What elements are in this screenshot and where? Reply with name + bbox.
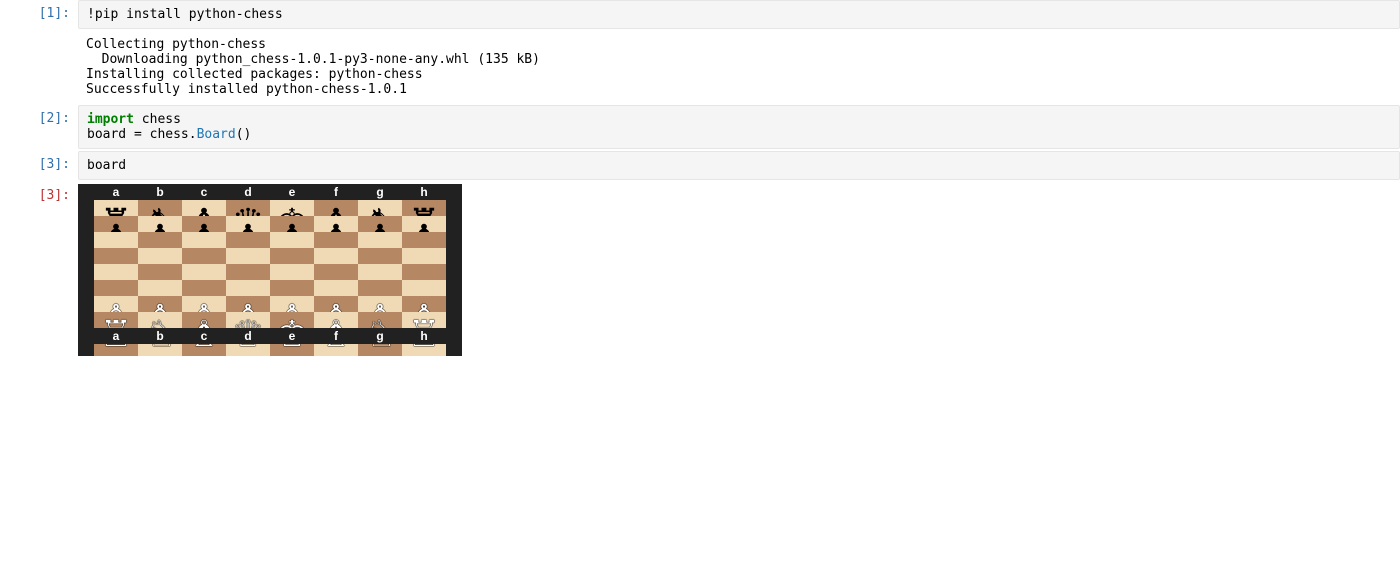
file-label: b bbox=[138, 184, 182, 200]
output-row: [3]: abcdefgh8♜♞♝♛♚♝♞♜87♟♟♟♟♟♟♟♟76655443… bbox=[0, 182, 1400, 344]
code-cell: [1]: !pip install python-chess bbox=[0, 0, 1400, 29]
output-row: Collecting python-chess Downloading pyth… bbox=[0, 31, 1400, 103]
file-label: g bbox=[358, 328, 402, 344]
input-prompt: [1]: bbox=[10, 0, 78, 21]
code-cell: [3]: board bbox=[0, 151, 1400, 180]
stdout-output: Collecting python-chess Downloading pyth… bbox=[78, 31, 1400, 103]
input-prompt: [3]: bbox=[10, 151, 78, 172]
file-label: d bbox=[226, 184, 270, 200]
file-label: a bbox=[94, 184, 138, 200]
board-corner bbox=[78, 328, 94, 344]
file-label: e bbox=[270, 328, 314, 344]
file-label: b bbox=[138, 328, 182, 344]
code-input[interactable]: board bbox=[78, 151, 1400, 180]
file-label: h bbox=[402, 184, 446, 200]
output-prompt bbox=[10, 31, 78, 37]
input-prompt: [2]: bbox=[10, 105, 78, 126]
chess-board-output: abcdefgh8♜♞♝♛♚♝♞♜87♟♟♟♟♟♟♟♟7665544332♙♙♙… bbox=[78, 184, 462, 344]
file-label: c bbox=[182, 184, 226, 200]
code-input[interactable]: import chess board = chess.Board() bbox=[78, 105, 1400, 149]
output-prompt: [3]: bbox=[10, 182, 78, 203]
board-corner bbox=[446, 184, 462, 200]
jupyter-notebook: [1]: !pip install python-chess Collectin… bbox=[0, 0, 1400, 344]
file-label: c bbox=[182, 328, 226, 344]
file-label: d bbox=[226, 328, 270, 344]
file-label: f bbox=[314, 328, 358, 344]
code-input[interactable]: !pip install python-chess bbox=[78, 0, 1400, 29]
file-label: h bbox=[402, 328, 446, 344]
board-corner bbox=[446, 328, 462, 344]
file-label: g bbox=[358, 184, 402, 200]
board-corner bbox=[78, 184, 94, 200]
file-label: e bbox=[270, 184, 314, 200]
file-label: f bbox=[314, 184, 358, 200]
code-cell: [2]: import chess board = chess.Board() bbox=[0, 105, 1400, 149]
file-label: a bbox=[94, 328, 138, 344]
